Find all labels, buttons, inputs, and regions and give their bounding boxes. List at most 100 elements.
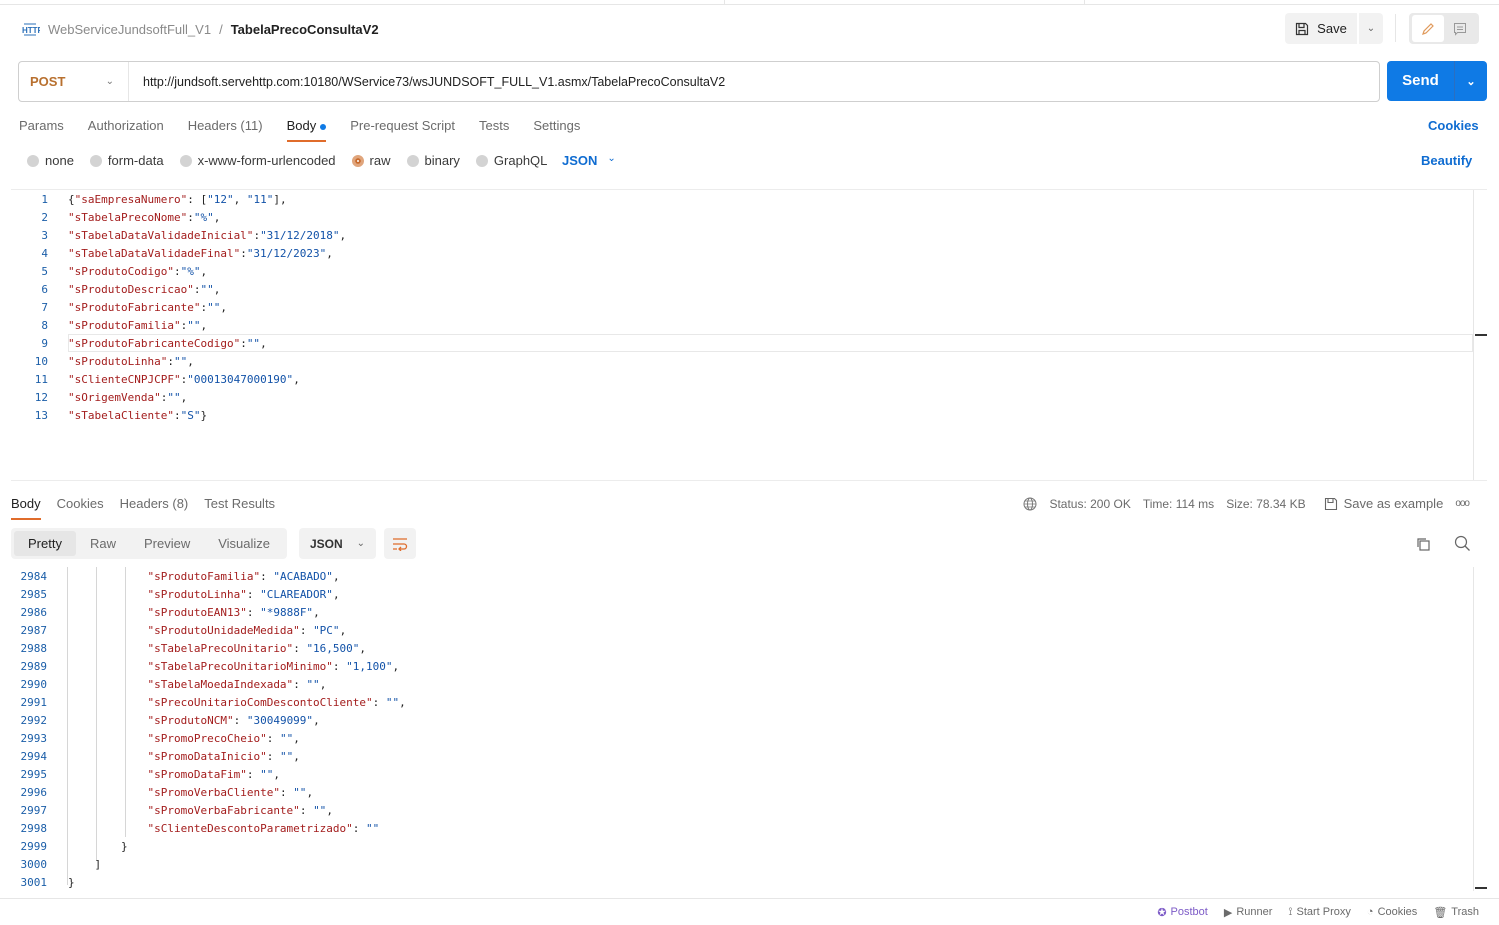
response-tab-cookies[interactable]: Cookies: [57, 496, 104, 511]
save-options-button[interactable]: ⌄: [1359, 13, 1383, 44]
search-icon[interactable]: [1454, 535, 1471, 552]
tab-authorization[interactable]: Authorization: [88, 118, 164, 133]
line-number: 3: [41, 229, 48, 242]
editor-scrollbar[interactable]: [1473, 190, 1487, 480]
radio-label: binary: [424, 153, 460, 168]
code-line: "sPromoDataInicio": "",: [147, 750, 300, 763]
beautify-button[interactable]: Beautify: [1421, 153, 1472, 168]
request-name[interactable]: TabelaPrecoConsultaV2: [231, 22, 379, 37]
radio-label: raw: [369, 153, 391, 168]
response-tab-test-results[interactable]: Test Results: [204, 496, 275, 511]
footer-trash[interactable]: 🗑 Trash: [1433, 906, 1479, 919]
code-line: "sPrecoUnitarioComDescontoCliente": "",: [147, 696, 406, 709]
response-format-select[interactable]: JSON ⌄: [299, 528, 376, 559]
code-line: "sPromoDataFim": "",: [147, 768, 280, 781]
tab-body[interactable]: Body: [286, 118, 327, 142]
proxy-icon: ⟟: [1288, 905, 1293, 918]
radio-label: x-www-form-urlencoded: [197, 153, 336, 168]
send-options-chevron-icon[interactable]: ⌄: [1455, 75, 1487, 88]
window-tab-strip: [0, 0, 1499, 5]
radio-x-www-form-urlencoded[interactable]: x-www-form-urlencoded: [179, 153, 336, 168]
edit-mode-button[interactable]: [1412, 15, 1444, 42]
save-as-example-button[interactable]: Save as example: [1324, 496, 1443, 511]
radio-raw[interactable]: raw: [351, 153, 391, 168]
line-number: 8: [41, 319, 48, 332]
line-number: 3001: [20, 876, 48, 889]
json-value: "11": [246, 193, 274, 206]
json-key: "sClienteCNPJCPF": [68, 373, 181, 386]
line-number: 2999: [20, 840, 48, 853]
footer-label: Start Proxy: [1296, 906, 1351, 918]
method-select[interactable]: POST ⌄: [19, 62, 129, 101]
comments-button[interactable]: [1444, 15, 1476, 42]
tab-headers[interactable]: Headers (11): [188, 118, 263, 133]
json-value: "31/12/2018": [260, 229, 340, 242]
line-number: 2985: [20, 588, 48, 601]
code-line: "sProdutoFabricanteCodigo":"",: [68, 337, 267, 350]
footer-label: Trash: [1451, 906, 1479, 918]
json-key: "sTabelaDataValidadeInicial": [68, 229, 254, 242]
radio-binary[interactable]: binary: [406, 153, 460, 168]
line-number: 2991: [20, 696, 48, 709]
http-icon: HTTP: [22, 23, 40, 36]
tab-tests[interactable]: Tests: [479, 118, 509, 133]
line-number: 2996: [20, 786, 48, 799]
json-key: "sProdutoUnidadeMedida": [147, 624, 300, 637]
view-mode-preview[interactable]: Preview: [130, 531, 204, 556]
response-tab-body[interactable]: Body: [11, 496, 41, 520]
request-body-editor[interactable]: 1 {"saEmpresaNumero": ["12", "11"], 2 "sTab…: [11, 189, 1487, 481]
view-mode-pretty[interactable]: Pretty: [14, 531, 76, 556]
breadcrumb-separator: /: [219, 21, 223, 37]
status-text[interactable]: Status: 200 OK: [1049, 497, 1130, 511]
json-key: "sProdutoFamilia": [147, 570, 261, 583]
tab-settings[interactable]: Settings: [533, 118, 580, 133]
footer-start-proxy[interactable]: ⟟ Start Proxy: [1288, 906, 1351, 919]
more-options-icon[interactable]: ooo: [1455, 498, 1470, 509]
json-key: "sTabelaPrecoUnitarioMinimo": [147, 660, 333, 673]
json-value: "": [306, 678, 320, 691]
line-number: 2: [41, 211, 48, 224]
wrap-lines-button[interactable]: [384, 528, 416, 559]
window-tab[interactable]: [725, 0, 1085, 5]
code-line: "sTabelaDataValidadeFinal":"31/12/2023",: [68, 247, 333, 260]
code-line: "sProdutoUnidadeMedida": "PC",: [147, 624, 347, 637]
response-scrollbar[interactable]: [1473, 567, 1487, 891]
chevron-down-icon: ⌄: [105, 76, 114, 87]
radio-form-data[interactable]: form-data: [89, 153, 164, 168]
body-format-select[interactable]: JSON ⌄: [562, 153, 616, 168]
json-key: "sProdutoCodigo": [68, 265, 174, 278]
send-button[interactable]: Send ⌄: [1387, 61, 1487, 101]
save-button[interactable]: Save: [1285, 13, 1357, 44]
tab-pre-request-script[interactable]: Pre-request Script: [350, 118, 455, 133]
json-key: "sClienteDescontoParametrizado": [147, 822, 353, 835]
size-text[interactable]: Size: 78.34 KB: [1226, 497, 1305, 511]
json-value: "*9888F": [260, 606, 314, 619]
footer-runner[interactable]: ▶ Runner: [1224, 906, 1273, 919]
response-tab-headers[interactable]: Headers (8): [120, 496, 189, 511]
tab-params[interactable]: Params: [19, 118, 64, 133]
radio-none[interactable]: none: [27, 153, 74, 168]
body-type-selector: none form-data x-www-form-urlencoded raw bin…: [27, 153, 547, 168]
chevron-down-icon: ⌄: [1366, 23, 1376, 34]
json-value: "": [313, 804, 327, 817]
footer-label: Runner: [1236, 906, 1273, 918]
breadcrumb-collection[interactable]: WebServiceJundsoftFull_V1: [48, 22, 211, 37]
view-mode-visualize[interactable]: Visualize: [204, 531, 284, 556]
modified-dot-icon: [320, 123, 327, 130]
view-mode-raw[interactable]: Raw: [76, 531, 130, 556]
method-label: POST: [30, 74, 66, 89]
copy-icon[interactable]: [1415, 536, 1431, 552]
cookies-link[interactable]: Cookies: [1428, 118, 1479, 133]
footer-cookies[interactable]: ◔ Cookies: [1367, 906, 1417, 918]
radio-graphql[interactable]: GraphQL: [475, 153, 547, 168]
url-input[interactable]: http://jundsoft.servehttp.com:10180/WSer…: [129, 75, 725, 89]
code-line: ]: [68, 858, 102, 871]
time-text[interactable]: Time: 114 ms: [1143, 497, 1214, 511]
line-number: 3000: [20, 858, 48, 871]
response-body-viewer[interactable]: 2984 "sProdutoFamilia": "ACABADO", 2985 "…: [11, 567, 1487, 897]
globe-icon[interactable]: [1023, 497, 1037, 511]
code-line: "sProdutoCodigo":"%",: [68, 265, 208, 278]
footer-postbot[interactable]: ✪ Postbot: [1157, 906, 1208, 919]
json-value: "%": [193, 211, 214, 224]
window-tab[interactable]: [0, 0, 725, 5]
